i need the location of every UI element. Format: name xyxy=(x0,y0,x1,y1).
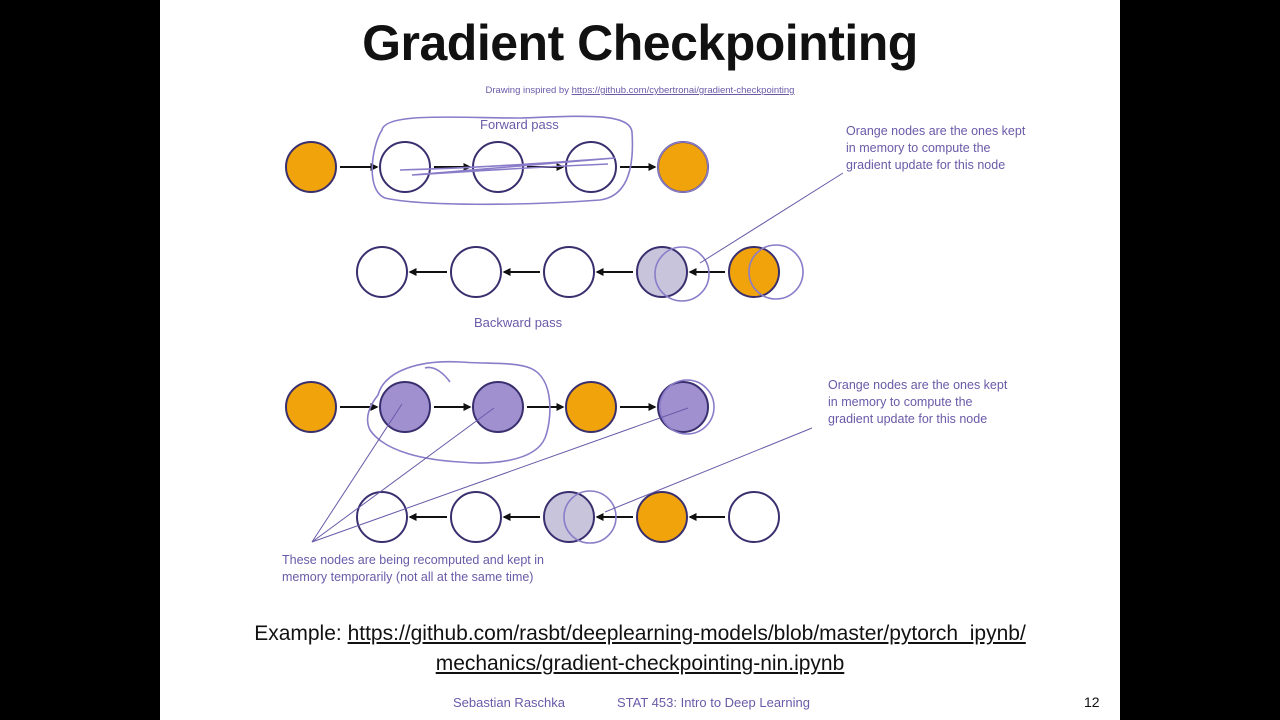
bottom-backward-node-3 xyxy=(543,491,595,543)
bottom-orange-note: Orange nodes are the ones kept in memory… xyxy=(828,378,1008,426)
bottom-forward-node-1 xyxy=(285,381,337,433)
bottom-forward-node-4 xyxy=(565,381,617,433)
footer-course: STAT 453: Intro to Deep Learning xyxy=(617,695,810,710)
top-forward-node-4 xyxy=(565,141,617,193)
page-number: 12 xyxy=(1084,694,1100,710)
arrows xyxy=(340,163,725,521)
bottom-loop-tail xyxy=(424,366,451,383)
top-forward-node-1 xyxy=(285,141,337,193)
footer-author: Sebastian Raschka xyxy=(453,695,566,710)
bottom-note-pointer xyxy=(604,427,813,513)
top-forward-node-2 xyxy=(379,141,431,193)
backward-pass-label: Backward pass xyxy=(474,315,563,330)
forward-pass-label: Forward pass xyxy=(480,117,559,132)
bottom-forward-node-3 xyxy=(472,381,524,433)
bottom-backward-node-4 xyxy=(636,491,688,543)
bottom-backward-node-2 xyxy=(450,491,502,543)
example-line-2: mechanics/gradient-checkpointing-nin.ipy… xyxy=(160,649,1120,679)
top-orange-note: Orange nodes are the ones kept in memory… xyxy=(846,124,1026,172)
example-prefix: Example: xyxy=(254,622,348,645)
top-note-pointer xyxy=(699,172,844,264)
slide: Gradient Checkpointing Drawing inspired … xyxy=(160,0,1120,720)
bottom-forward-node-2 xyxy=(379,381,431,433)
example-link-line-1[interactable]: https://github.com/rasbt/deeplearning-mo… xyxy=(348,622,1026,645)
top-backward-node-1 xyxy=(356,246,408,298)
example-block: Example: https://github.com/rasbt/deeple… xyxy=(160,619,1120,679)
example-line-1: Example: https://github.com/rasbt/deeple… xyxy=(160,619,1120,649)
top-backward-node-2 xyxy=(450,246,502,298)
top-backward-node-3 xyxy=(543,246,595,298)
bottom-backward-node-5 xyxy=(728,491,780,543)
top-backward-node-4 xyxy=(636,246,688,298)
checkpointing-diagram xyxy=(285,115,844,544)
nodes xyxy=(285,141,780,543)
top-backward-node-5 xyxy=(728,246,780,298)
recompute-note: These nodes are being recomputed and kep… xyxy=(282,553,544,584)
example-link-line-2[interactable]: mechanics/gradient-checkpointing-nin.ipy… xyxy=(436,652,845,675)
